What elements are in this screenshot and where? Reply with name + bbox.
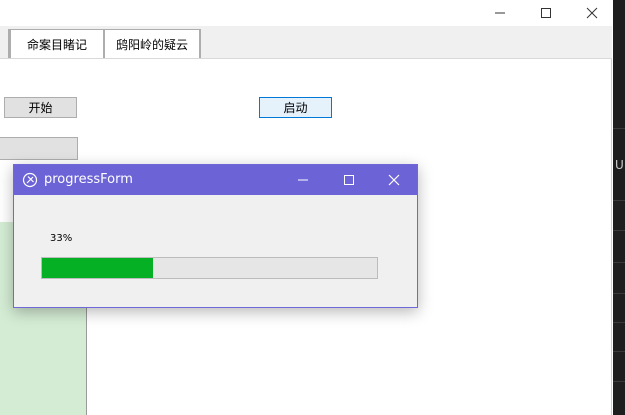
divider xyxy=(613,128,625,129)
background-window-text: U xyxy=(615,158,624,172)
tab-mystery[interactable]: 鸱阳岭的疑云 xyxy=(104,29,200,58)
minimize-icon xyxy=(495,12,505,14)
dialog-minimize-button[interactable] xyxy=(280,165,326,195)
maximize-button[interactable] xyxy=(523,0,569,26)
divider xyxy=(613,381,625,382)
progress-bar-fill xyxy=(42,258,153,278)
minimize-button[interactable] xyxy=(477,0,523,26)
start-button-label: 开始 xyxy=(28,101,53,115)
tab-strip: 命案目睹记 鸱阳岭的疑云 xyxy=(0,26,612,59)
progress-percent-label: 33% xyxy=(50,233,73,244)
progress-dialog[interactable]: progressForm 33% xyxy=(13,164,418,308)
background-window-edge xyxy=(613,0,625,415)
divider xyxy=(613,293,625,294)
tab-label: 鸱阳岭的疑云 xyxy=(115,37,188,52)
main-window-titlebar xyxy=(0,0,612,26)
maximize-icon xyxy=(541,8,551,18)
dialog-close-button[interactable] xyxy=(371,165,417,195)
close-icon xyxy=(586,7,598,19)
dialog-titlebar[interactable]: progressForm xyxy=(14,165,417,195)
tab-witness-record[interactable]: 命案目睹记 xyxy=(10,29,104,58)
app-icon xyxy=(22,172,38,188)
start-button[interactable]: 开始 xyxy=(4,97,77,118)
divider xyxy=(613,230,625,231)
launch-button[interactable]: 启动 xyxy=(259,97,332,118)
tab-divider xyxy=(199,29,201,58)
dialog-title: progressForm xyxy=(44,172,133,187)
progress-bar xyxy=(41,257,378,279)
divider xyxy=(613,262,625,263)
maximize-icon xyxy=(344,175,354,185)
tab-label: 命案目睹记 xyxy=(26,37,87,52)
launch-button-label: 启动 xyxy=(283,101,308,115)
dialog-maximize-button[interactable] xyxy=(326,165,372,195)
minimize-icon xyxy=(298,179,308,181)
close-icon xyxy=(388,174,400,186)
close-button[interactable] xyxy=(569,0,615,26)
divider xyxy=(613,351,625,352)
divider xyxy=(613,200,625,201)
divider xyxy=(613,322,625,323)
input-panel[interactable] xyxy=(0,137,78,160)
